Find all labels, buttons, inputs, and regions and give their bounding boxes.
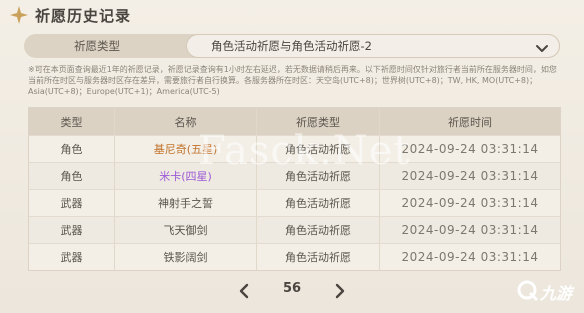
chevron-left-icon [239,283,249,299]
wish-type-select[interactable]: 角色活动祈愿与角色活动祈愿-2 [186,34,560,58]
page-number: 56 [282,281,302,296]
wish-type-label: 祈愿类型 [74,39,120,53]
table-row: 角色 基尼奇(五星) 角色活动祈愿 2024-09-24 03:31:14 [29,135,560,162]
cell-wish-type: 角色活动祈愿 [256,163,379,189]
header-name: 名称 [114,108,256,135]
cell-name: 飞天御剑 [114,217,256,243]
table-row: 武器 铁影阔剑 角色活动祈愿 2024-09-24 03:31:14 [29,243,560,270]
cell-type: 武器 [60,251,83,264]
page-header: 祈愿历史记录 [0,0,584,30]
cell-wish-time: 2024-09-24 03:31:14 [379,244,560,270]
pagination: 56 [0,280,584,304]
cell-type: 角色 [60,170,83,183]
page-title: 祈愿历史记录 [35,6,132,25]
header-wish-type: 祈愿类型 [256,108,379,135]
jiuyou-logo: 九游 [504,277,572,307]
jiuyou-logo-text: 九游 [539,284,572,303]
cell-type: 武器 [60,224,83,237]
header-type: 类型 [60,115,83,129]
jiuyou-logo-icon [516,279,538,305]
cell-type: 角色 [60,143,83,156]
table-row: 武器 飞天御剑 角色活动祈愿 2024-09-24 03:31:14 [29,216,560,243]
cell-wish-time: 2024-09-24 03:31:14 [379,163,560,189]
cell-name: 基尼奇(五星) [114,136,256,162]
next-page-button[interactable] [333,283,347,299]
cell-wish-type: 角色活动祈愿 [256,217,379,243]
table-header: 类型 名称 祈愿类型 祈愿时间 [29,108,560,135]
notice-text: ※可在本页面查询最近1年的祈愿记录，祈愿记录查询有1小时左右延迟，若无数据请稍后… [28,65,557,96]
cell-wish-type: 角色活动祈愿 [256,136,379,162]
wish-type-selected-value: 角色活动祈愿与角色活动祈愿-2 [211,39,372,53]
wish-type-filter: 祈愿类型 角色活动祈愿与角色活动祈愿-2 [24,34,560,58]
wish-history-table: 类型 名称 祈愿类型 祈愿时间 角色 基尼奇(五星) 角色活动祈愿 2024-0… [28,107,561,271]
table-row: 角色 米卡(四星) 角色活动祈愿 2024-09-24 03:31:14 [29,162,560,189]
header-wish-time: 祈愿时间 [379,108,560,135]
chevron-down-icon [535,40,549,54]
chevron-right-icon [335,283,345,299]
sparkle-icon [8,4,30,26]
cell-wish-time: 2024-09-24 03:31:14 [379,136,560,162]
cell-name: 米卡(四星) [114,163,256,189]
previous-page-button[interactable] [237,283,251,299]
cell-wish-type: 角色活动祈愿 [256,190,379,216]
cell-name: 铁影阔剑 [114,244,256,270]
wish-history-panel: 祈愿历史记录 祈愿类型 角色活动祈愿与角色活动祈愿-2 ※可在本页面查询最近1年… [0,0,584,313]
cell-wish-time: 2024-09-24 03:31:14 [379,190,560,216]
cell-name: 神射手之誓 [114,190,256,216]
cell-type: 武器 [60,197,83,210]
cell-wish-time: 2024-09-24 03:31:14 [379,217,560,243]
cell-wish-type: 角色活动祈愿 [256,244,379,270]
table-row: 武器 神射手之誓 角色活动祈愿 2024-09-24 03:31:14 [29,189,560,216]
